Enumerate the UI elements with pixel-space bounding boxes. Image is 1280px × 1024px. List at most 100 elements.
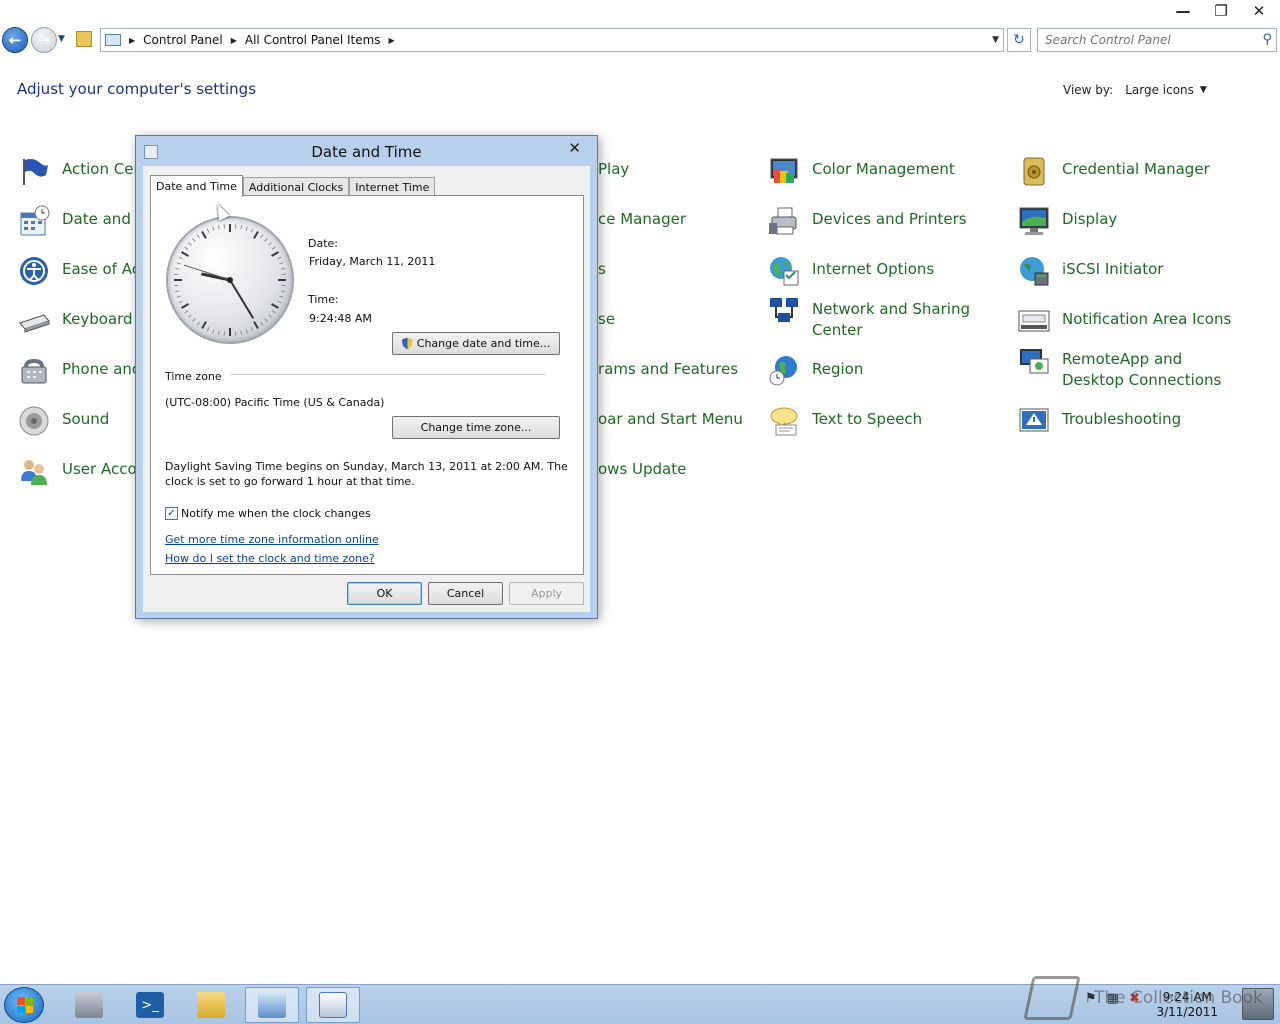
cp-item-user-accounts[interactable]: User Accou — [18, 455, 146, 487]
cp-item-label[interactable]: Play — [598, 155, 629, 180]
change-timezone-button[interactable]: Change time zone... — [392, 416, 560, 439]
dialog-close-icon[interactable]: ✕ — [568, 139, 581, 157]
notify-checkbox-label[interactable]: Notify me when the clock changes — [181, 507, 371, 520]
search-input[interactable] — [1045, 33, 1250, 47]
cp-item-label[interactable]: Devices and Printers — [812, 205, 967, 230]
address-history-dropdown[interactable]: ▼ — [992, 35, 999, 45]
recent-pages-dropdown[interactable]: ▼ — [58, 34, 65, 44]
time-value: 9:24:48 AM — [309, 312, 372, 325]
view-by-value[interactable]: Large icons — [1125, 83, 1194, 97]
cp-item-color-management[interactable]: Color Management — [768, 155, 955, 187]
taskbar-server-manager[interactable] — [62, 987, 116, 1023]
how-to-set-clock-link[interactable]: How do I set the clock and time zone? — [165, 552, 375, 565]
cp-item-label[interactable]: iSCSI Initiator — [1062, 255, 1163, 280]
cp-item-credential-manager[interactable]: Credential Manager — [1018, 155, 1210, 187]
taskbar-powershell[interactable]: >_ — [123, 987, 177, 1023]
cp-item-internet-options[interactable]: Internet Options — [768, 255, 934, 287]
cp-item-label[interactable]: s — [598, 255, 606, 280]
tab-date-and-time[interactable]: Date and Time — [150, 175, 243, 197]
cp-item-label[interactable]: Network and Sharing Center — [812, 295, 992, 341]
cp-item-label[interactable]: Display — [1062, 205, 1117, 230]
cp-item-keyboard[interactable]: Keyboard — [18, 305, 133, 337]
cp-item-text-to-speech[interactable]: Text to Speech — [768, 405, 922, 437]
cp-item-region[interactable]: Region — [768, 355, 863, 387]
clock-tick — [184, 246, 189, 250]
cp-item-label[interactable]: ows Update — [598, 455, 686, 480]
cp-item-network-and-sharing[interactable]: Network and Sharing Center — [768, 295, 992, 341]
cp-item-action-center[interactable]: Action Cen — [18, 155, 143, 187]
cp-item-label[interactable]: rams and Features — [598, 355, 738, 380]
cp-item-label[interactable]: RemoteApp and Desktop Connections — [1062, 345, 1242, 391]
ok-button[interactable]: OK — [347, 582, 422, 605]
cp-item-label[interactable]: Troubleshooting — [1062, 405, 1181, 430]
cp-item-label[interactable]: Date and T — [62, 205, 145, 230]
forward-button[interactable]: → — [31, 27, 57, 53]
chevron-right-icon[interactable]: ▶ — [129, 36, 135, 45]
cp-item-devices-and-printers[interactable]: Devices and Printers — [768, 205, 967, 237]
taskbar-date-time[interactable] — [306, 987, 360, 1023]
cp-item-label[interactable]: Region — [812, 355, 863, 380]
up-folder-button[interactable] — [76, 31, 92, 47]
cp-item-label[interactable]: Internet Options — [812, 255, 934, 280]
notify-checkbox[interactable]: ✓ — [165, 507, 178, 520]
windows-logo-icon — [17, 997, 33, 1013]
page-title: Adjust your computer's settings — [17, 80, 257, 98]
cp-item-label[interactable]: oar and Start Menu — [598, 405, 743, 430]
cp-item-label[interactable]: Notification Area Icons — [1062, 305, 1231, 330]
cp-item-ease-of-access[interactable]: Ease of Acc — [18, 255, 148, 287]
cp-item-label[interactable]: Sound — [62, 405, 109, 430]
cancel-button[interactable]: Cancel — [428, 582, 503, 605]
view-by-dropdown[interactable]: Large icons ▼ — [1125, 83, 1207, 97]
cp-item-label[interactable]: Action Cen — [62, 155, 143, 180]
cp-item-label[interactable]: User Accou — [62, 455, 146, 480]
cp-item-label[interactable]: Text to Speech — [812, 405, 922, 430]
taskbar-control-panel[interactable] — [245, 987, 299, 1023]
start-button[interactable] — [4, 987, 44, 1023]
search-icon[interactable]: ⚲ — [1262, 32, 1272, 47]
server-manager-icon — [75, 992, 103, 1018]
cp-item-taskbar-and-start-menu[interactable]: oar and Start Menu — [598, 405, 743, 430]
cp-item-display[interactable]: Display — [1018, 205, 1117, 237]
cp-item-sound[interactable]: Sound — [18, 405, 109, 437]
watermark: The Collection Book — [1023, 976, 1263, 1024]
clock-tick — [176, 262, 181, 265]
cp-item-mouse[interactable]: se — [598, 305, 615, 330]
breadcrumb-control-panel[interactable]: Control Panel — [143, 33, 223, 47]
cp-item-autoplay[interactable]: Play — [598, 155, 629, 180]
search-box[interactable]: ⚲ — [1037, 28, 1277, 52]
cp-item-label[interactable]: se — [598, 305, 615, 330]
cp-item-label[interactable]: ce Manager — [598, 205, 686, 230]
minimize-button[interactable]: — — [1170, 1, 1196, 21]
refresh-button[interactable]: ↻ — [1007, 28, 1031, 52]
cp-item-iscsi-initiator[interactable]: iSCSI Initiator — [1018, 255, 1163, 287]
clock-tick — [253, 321, 259, 329]
cp-item-troubleshooting[interactable]: Troubleshooting — [1018, 405, 1181, 437]
breadcrumb-all-items[interactable]: All Control Panel Items — [245, 33, 381, 47]
cp-item-fonts[interactable]: s — [598, 255, 606, 280]
cp-item-label[interactable]: Keyboard — [62, 305, 133, 330]
cp-item-notification-area-icons[interactable]: Notification Area Icons — [1018, 305, 1231, 337]
tab-additional-clocks[interactable]: Additional Clocks — [242, 177, 350, 197]
cp-item-label[interactable]: Phone and — [62, 355, 141, 380]
chevron-right-icon[interactable]: ▶ — [389, 36, 395, 45]
restore-button[interactable]: ❐ — [1208, 1, 1234, 21]
more-timezone-info-link[interactable]: Get more time zone information online — [165, 533, 379, 546]
cp-item-device-manager[interactable]: ce Manager — [598, 205, 686, 230]
change-date-time-button[interactable]: Change date and time... — [392, 332, 560, 355]
taskbar-explorer[interactable] — [184, 987, 238, 1023]
chevron-down-icon[interactable]: ▼ — [1200, 85, 1207, 95]
cp-item-phone-and-modem[interactable]: Phone and — [18, 355, 141, 387]
cp-item-programs-and-features[interactable]: rams and Features — [598, 355, 738, 380]
view-by-control: View by: Large icons ▼ — [1063, 83, 1207, 97]
close-button[interactable]: ✕ — [1246, 1, 1272, 21]
cp-item-remoteapp[interactable]: RemoteApp and Desktop Connections — [1018, 345, 1242, 391]
cp-item-label[interactable]: Credential Manager — [1062, 155, 1210, 180]
cp-item-label[interactable]: Color Management — [812, 155, 955, 180]
address-bar[interactable]: ▶ Control Panel ▶ All Control Panel Item… — [100, 28, 1004, 52]
chevron-right-icon[interactable]: ▶ — [231, 36, 237, 45]
tab-internet-time[interactable]: Internet Time — [349, 177, 436, 197]
back-button[interactable]: ← — [2, 27, 28, 53]
cp-item-windows-update[interactable]: ows Update — [598, 455, 686, 480]
apply-button[interactable]: Apply — [509, 582, 584, 605]
cp-item-date-and-time[interactable]: Date and T — [18, 205, 145, 237]
